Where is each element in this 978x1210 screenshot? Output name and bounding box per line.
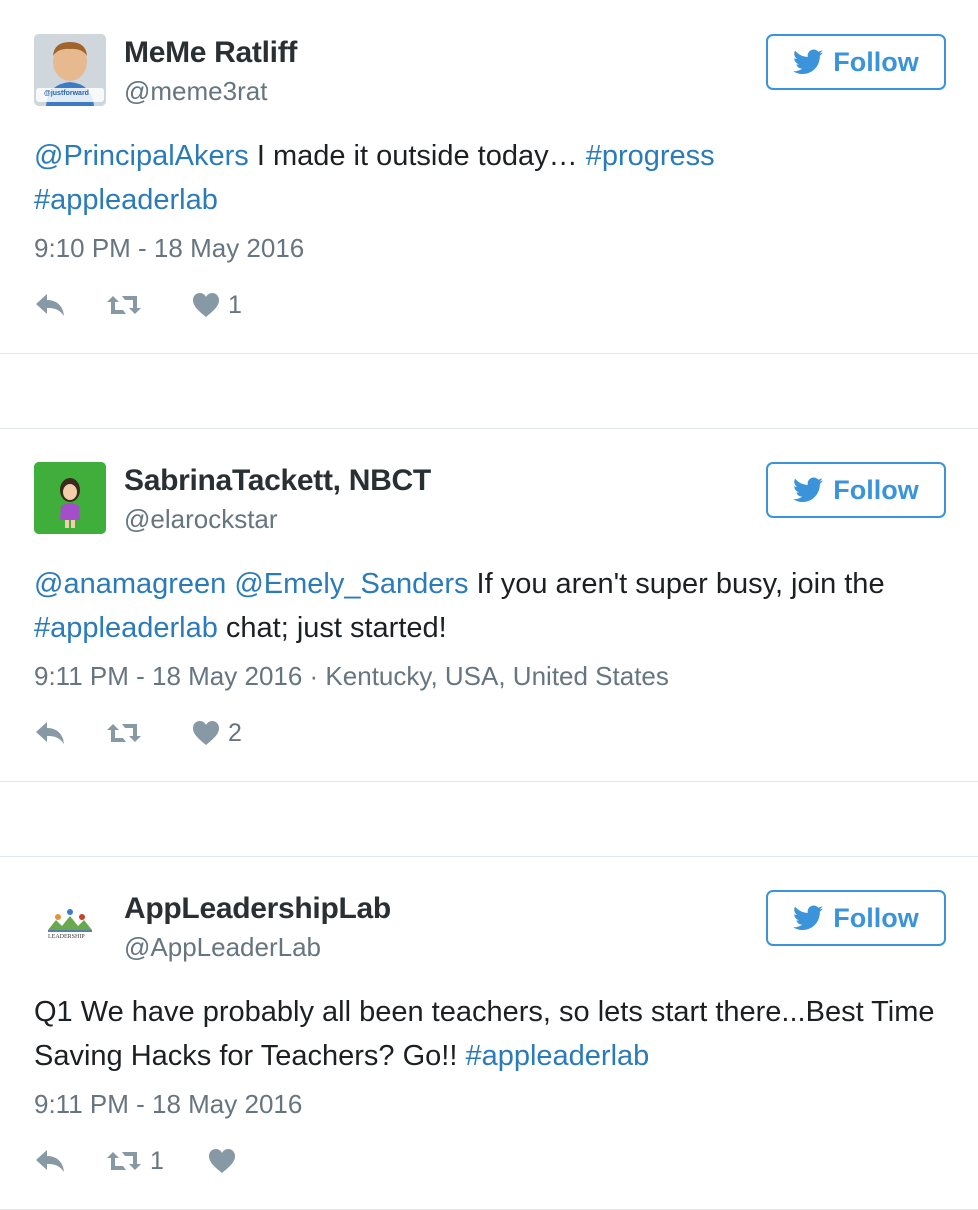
retweet-icon <box>107 1152 141 1170</box>
user-name[interactable]: MeMe Ratliff <box>124 36 297 70</box>
tweet-card: @justforward MeMe Ratliff @meme3rat Foll… <box>0 0 978 354</box>
avatar-logo-text: LEADERSHIP <box>48 934 85 940</box>
like-button[interactable] <box>208 1148 244 1174</box>
user-handle[interactable]: @AppLeaderLab <box>124 932 321 963</box>
follow-button[interactable]: Follow <box>766 462 946 518</box>
twitter-bird-icon <box>793 477 824 502</box>
retweet-button[interactable] <box>106 292 192 318</box>
user-handle[interactable]: @elarockstar <box>124 504 278 535</box>
heart-icon <box>209 1149 235 1173</box>
retweet-button[interactable]: 1 <box>106 1147 208 1176</box>
hashtag-link[interactable]: #appleaderlab <box>34 184 218 216</box>
tweet-timestamp[interactable]: 9:11 PM - 18 May 2016 · Kentucky, USA, U… <box>34 661 669 692</box>
tweet-timestamp[interactable]: 9:11 PM - 18 May 2016 <box>34 1089 302 1120</box>
user-handle[interactable]: @meme3rat <box>124 76 267 107</box>
user-name[interactable]: AppLeadershipLab <box>124 892 391 926</box>
reply-button[interactable] <box>34 1148 106 1174</box>
divider <box>0 781 978 782</box>
hashtag-link[interactable]: #appleaderlab <box>465 1040 649 1072</box>
tweet-text: @anamagreen @Emely_Sanders If you aren't… <box>34 562 954 650</box>
twitter-bird-icon <box>793 905 824 930</box>
tweet-actions: 2 <box>34 718 242 748</box>
follow-button[interactable]: Follow <box>766 890 946 946</box>
retweet-button[interactable] <box>106 720 192 746</box>
divider <box>0 428 978 429</box>
heart-icon <box>193 721 219 745</box>
text-segment: If you aren't super busy, join the <box>468 568 885 600</box>
divider <box>0 856 978 857</box>
retweet-count: 1 <box>150 1146 164 1175</box>
like-button[interactable]: 1 <box>192 291 242 320</box>
like-count: 1 <box>228 290 242 319</box>
tweet-card: LEADERSHIP AppLeadershipLab @AppLeaderLa… <box>0 856 978 1210</box>
retweet-icon <box>107 724 141 742</box>
reply-icon <box>36 1150 64 1172</box>
reply-button[interactable] <box>34 720 106 746</box>
avatar[interactable]: LEADERSHIP <box>34 890 106 962</box>
reply-icon <box>36 294 64 316</box>
text-segment: chat; just started! <box>217 612 447 644</box>
mention-link[interactable]: @PrincipalAkers <box>34 140 249 172</box>
avatar[interactable]: @justforward <box>34 34 106 106</box>
follow-button[interactable]: Follow <box>766 34 946 90</box>
text-segment: I made it outside today… <box>248 140 586 172</box>
tweet-text: Q1 We have probably all been teachers, s… <box>34 990 954 1078</box>
tweet-card: SabrinaTackett, NBCT @elarockstar Follow… <box>0 428 978 782</box>
mention-link[interactable]: @Emely_Sanders <box>234 568 468 600</box>
reply-icon <box>36 722 64 744</box>
tweet-actions: 1 <box>34 1146 244 1176</box>
follow-label: Follow <box>833 902 919 933</box>
avatar[interactable] <box>34 462 106 534</box>
divider <box>0 353 978 354</box>
reply-button[interactable] <box>34 292 106 318</box>
twitter-bird-icon <box>793 49 824 74</box>
retweet-icon <box>107 296 141 314</box>
tweet-timestamp[interactable]: 9:10 PM - 18 May 2016 <box>34 233 304 264</box>
like-count: 2 <box>228 718 242 747</box>
hashtag-link[interactable]: #appleaderlab <box>34 612 218 644</box>
tweet-actions: 1 <box>34 290 242 320</box>
follow-label: Follow <box>833 474 919 505</box>
follow-label: Follow <box>833 46 919 77</box>
tweet-text: @PrincipalAkers I made it outside today…… <box>34 134 954 222</box>
user-name[interactable]: SabrinaTackett, NBCT <box>124 464 431 498</box>
heart-icon <box>193 293 219 317</box>
hashtag-link[interactable]: #progress <box>586 140 715 172</box>
avatar-badge-text: @justforward <box>44 90 89 97</box>
like-button[interactable]: 2 <box>192 719 242 748</box>
mention-link[interactable]: @anamagreen <box>34 568 226 600</box>
